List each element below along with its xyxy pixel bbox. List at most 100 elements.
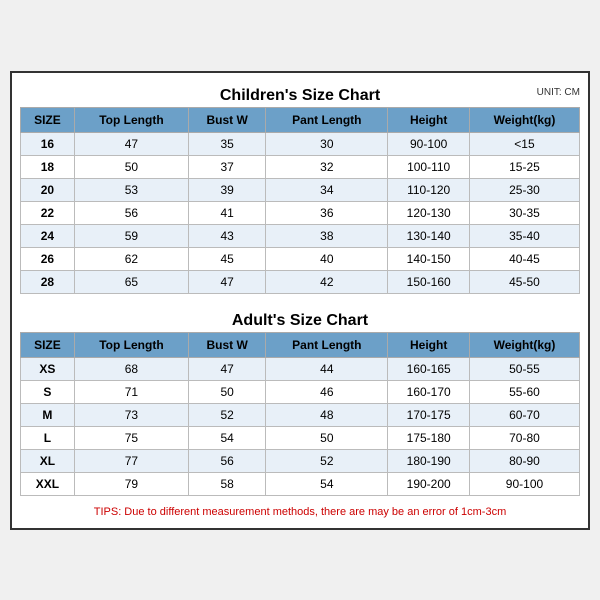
- children-cell: 59: [74, 224, 188, 247]
- adult-cell: 80-90: [469, 449, 579, 472]
- adult-cell: 190-200: [388, 472, 470, 495]
- children-cell: 30: [266, 132, 388, 155]
- children-cell: 18: [21, 155, 75, 178]
- adult-cell: 54: [189, 426, 266, 449]
- children-section-title: Children's Size Chart UNIT: CM: [20, 81, 580, 107]
- adult-col-height: Height: [388, 332, 470, 357]
- adult-col-bust-w: Bust W: [189, 332, 266, 357]
- children-cell: 41: [189, 201, 266, 224]
- children-table-row: 20533934110-12025-30: [21, 178, 580, 201]
- adult-cell: 58: [189, 472, 266, 495]
- children-cell: 28: [21, 270, 75, 293]
- children-table-row: 1647353090-100<15: [21, 132, 580, 155]
- children-col-bust-w: Bust W: [189, 107, 266, 132]
- adult-cell: XL: [21, 449, 75, 472]
- children-cell: 40: [266, 247, 388, 270]
- children-cell: 120-130: [388, 201, 470, 224]
- adult-table-row: L755450175-18070-80: [21, 426, 580, 449]
- adult-header-row: SIZE Top Length Bust W Pant Length Heigh…: [21, 332, 580, 357]
- children-cell: 25-30: [469, 178, 579, 201]
- adult-col-top-length: Top Length: [74, 332, 188, 357]
- adult-cell: XXL: [21, 472, 75, 495]
- adult-cell: 180-190: [388, 449, 470, 472]
- adult-section-title: Adult's Size Chart: [20, 306, 580, 332]
- children-cell: 47: [189, 270, 266, 293]
- adult-title-text: Adult's Size Chart: [232, 312, 368, 329]
- adult-col-weight: Weight(kg): [469, 332, 579, 357]
- children-cell: 36: [266, 201, 388, 224]
- children-col-size: SIZE: [21, 107, 75, 132]
- children-cell: 20: [21, 178, 75, 201]
- children-cell: 130-140: [388, 224, 470, 247]
- children-cell: 30-35: [469, 201, 579, 224]
- adult-cell: 54: [266, 472, 388, 495]
- adult-cell: 50: [189, 380, 266, 403]
- children-col-pant-length: Pant Length: [266, 107, 388, 132]
- children-cell: 47: [74, 132, 188, 155]
- adult-cell: 50-55: [469, 357, 579, 380]
- adult-cell: 47: [189, 357, 266, 380]
- chart-container: Children's Size Chart UNIT: CM SIZE Top …: [10, 71, 590, 530]
- children-cell: 65: [74, 270, 188, 293]
- children-cell: 39: [189, 178, 266, 201]
- adult-col-size: SIZE: [21, 332, 75, 357]
- adult-cell: 52: [189, 403, 266, 426]
- adult-cell: 46: [266, 380, 388, 403]
- adult-table-row: XXL795854190-20090-100: [21, 472, 580, 495]
- adult-cell: 44: [266, 357, 388, 380]
- children-col-weight: Weight(kg): [469, 107, 579, 132]
- adult-cell: 77: [74, 449, 188, 472]
- adult-cell: 79: [74, 472, 188, 495]
- adult-cell: 175-180: [388, 426, 470, 449]
- adult-cell: S: [21, 380, 75, 403]
- adult-table-row: XS684744160-16550-55: [21, 357, 580, 380]
- adult-cell: 160-165: [388, 357, 470, 380]
- children-cell: 140-150: [388, 247, 470, 270]
- children-cell: 45-50: [469, 270, 579, 293]
- adult-cell: 75: [74, 426, 188, 449]
- children-col-height: Height: [388, 107, 470, 132]
- children-cell: 16: [21, 132, 75, 155]
- adult-cell: 73: [74, 403, 188, 426]
- adult-cell: 50: [266, 426, 388, 449]
- children-cell: 35-40: [469, 224, 579, 247]
- children-cell: 45: [189, 247, 266, 270]
- children-cell: 35: [189, 132, 266, 155]
- adult-table-row: M735248170-17560-70: [21, 403, 580, 426]
- adult-cell: 170-175: [388, 403, 470, 426]
- children-cell: 100-110: [388, 155, 470, 178]
- children-cell: 53: [74, 178, 188, 201]
- children-table-row: 26624540140-15040-45: [21, 247, 580, 270]
- children-table-row: 18503732100-11015-25: [21, 155, 580, 178]
- adult-cell: L: [21, 426, 75, 449]
- adult-cell: 48: [266, 403, 388, 426]
- children-cell: 26: [21, 247, 75, 270]
- adult-table-row: XL775652180-19080-90: [21, 449, 580, 472]
- children-cell: 42: [266, 270, 388, 293]
- adult-table: SIZE Top Length Bust W Pant Length Heigh…: [20, 332, 580, 496]
- children-cell: 15-25: [469, 155, 579, 178]
- children-header-row: SIZE Top Length Bust W Pant Length Heigh…: [21, 107, 580, 132]
- children-table-row: 28654742150-16045-50: [21, 270, 580, 293]
- adult-cell: 56: [189, 449, 266, 472]
- adult-col-pant-length: Pant Length: [266, 332, 388, 357]
- children-cell: 24: [21, 224, 75, 247]
- children-cell: 62: [74, 247, 188, 270]
- children-cell: 50: [74, 155, 188, 178]
- adult-cell: M: [21, 403, 75, 426]
- adult-cell: 90-100: [469, 472, 579, 495]
- children-cell: 37: [189, 155, 266, 178]
- children-table: SIZE Top Length Bust W Pant Length Heigh…: [20, 107, 580, 294]
- children-table-row: 24594338130-14035-40: [21, 224, 580, 247]
- children-table-row: 22564136120-13030-35: [21, 201, 580, 224]
- adult-cell: 70-80: [469, 426, 579, 449]
- adult-cell: 160-170: [388, 380, 470, 403]
- tips-text: TIPS: Due to different measurement metho…: [20, 500, 580, 520]
- children-cell: 38: [266, 224, 388, 247]
- adult-cell: 68: [74, 357, 188, 380]
- children-cell: 34: [266, 178, 388, 201]
- children-cell: 110-120: [388, 178, 470, 201]
- children-cell: 22: [21, 201, 75, 224]
- children-cell: 56: [74, 201, 188, 224]
- adult-cell: 71: [74, 380, 188, 403]
